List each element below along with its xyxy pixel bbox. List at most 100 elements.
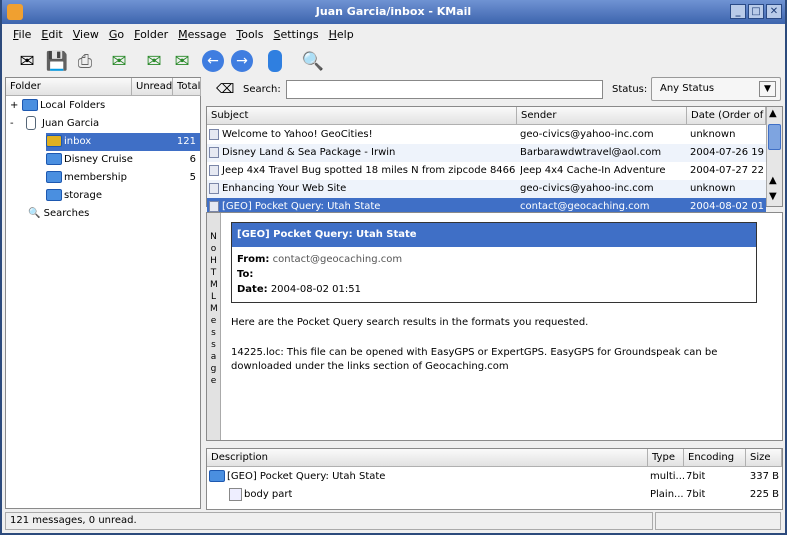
minimize-button[interactable]: _ (730, 4, 746, 19)
menu-folder[interactable]: Folder (131, 26, 175, 44)
folder-disney-cruise[interactable]: Disney Cruise 6 (46, 151, 200, 169)
expander[interactable]: - (10, 115, 22, 133)
folder-label: Disney Cruise (64, 154, 133, 165)
status-text: 121 messages, 0 unread. (10, 515, 137, 526)
status-label: Status: (612, 84, 648, 95)
reply-icon[interactable]: ✉ (141, 48, 167, 74)
message-sender: geo-civics@yahoo-inc.com (520, 183, 654, 194)
message-row[interactable]: Welcome to Yahoo! GeoCities! geo-civics@y… (207, 126, 766, 144)
clear-search-icon[interactable]: ⌫ (216, 82, 234, 97)
folder-label: storage (64, 190, 102, 201)
menu-go[interactable]: Go (106, 26, 131, 44)
description-column-header[interactable]: Description (207, 449, 648, 467)
menu-tools[interactable]: Tools (233, 26, 270, 44)
folder-total: 6 (189, 154, 196, 165)
folder-label: Local Folders (40, 100, 106, 111)
message-row[interactable]: Enhancing Your Web Site geo-civics@yahoo-… (207, 180, 766, 198)
type-column-header[interactable]: Type (648, 449, 684, 467)
kmail-logo-icon[interactable] (7, 4, 23, 20)
attachment-type: multi... (650, 471, 684, 482)
scroll-up-icon[interactable]: ▲ (769, 175, 777, 186)
message-subject: Disney Land & Sea Package - Irwin (222, 147, 396, 158)
folder-membership[interactable]: membership 5 (46, 169, 200, 187)
account-icon (26, 116, 36, 130)
status-bar-extra (655, 512, 781, 530)
folder-searches[interactable]: 🔍 Searches (28, 205, 198, 223)
menu-settings[interactable]: Settings (270, 26, 325, 44)
message-icon (209, 200, 219, 212)
from-value[interactable]: contact@geocaching.com (273, 254, 403, 265)
menu-bar: File Edit View Go Folder Message Tools S… (10, 26, 361, 44)
message-subject: Welcome to Yahoo! GeoCities! (222, 129, 373, 140)
total-column-header[interactable]: Total (173, 78, 201, 96)
from-label: From: (237, 254, 270, 265)
folder-storage[interactable]: storage (46, 187, 200, 205)
window-title: Juan Garcia/inbox - KMail (315, 5, 472, 18)
attachment-row[interactable]: body part Plain... 7bit 225 B (207, 486, 782, 504)
date-column-header[interactable]: Date (Order of A (687, 107, 766, 125)
find-icon[interactable]: 🔍 (300, 48, 326, 74)
folder-inbox[interactable]: inbox 121 (46, 133, 200, 151)
folder-label: Juan Garcia (42, 118, 100, 129)
print-icon[interactable]: ⎙ (72, 48, 98, 74)
folder-icon (209, 470, 225, 482)
maximize-button[interactable]: □ (748, 4, 764, 19)
message-subject: [GEO] Pocket Query: Utah State (232, 223, 756, 247)
search-input[interactable] (286, 80, 603, 99)
attachment-row[interactable]: [GEO] Pocket Query: Utah State multi... … (207, 468, 782, 486)
close-button[interactable]: ✕ (766, 4, 782, 19)
menu-file[interactable]: File (10, 26, 38, 44)
folder-total: 5 (189, 172, 196, 183)
expander[interactable]: + (10, 97, 22, 115)
size-column-header[interactable]: Size (746, 449, 782, 467)
folder-icon (46, 153, 62, 165)
forward-icon[interactable]: ✉ (169, 48, 195, 74)
menu-edit[interactable]: Edit (38, 26, 69, 44)
message-icon (209, 146, 219, 158)
message-date: 2004-07-26 19:... (690, 147, 765, 158)
folder-local-folders[interactable]: + Local Folders (10, 97, 200, 115)
attachment-type: Plain... (650, 489, 684, 500)
attachment-size: 337 B (749, 471, 779, 482)
folder-column-header[interactable]: Folder (6, 78, 132, 96)
message-row[interactable]: Jeep 4x4 Travel Bug spotted 18 miles N f… (207, 162, 766, 180)
attachment-tree: Description Type Encoding Size [GEO] Poc… (206, 448, 783, 510)
subject-column-header[interactable]: Subject (207, 107, 517, 125)
message-date: 2004-07-27 22... (690, 165, 765, 176)
search-label: Search: (243, 84, 281, 95)
date-value: 2004-08-02 01:51 (270, 284, 361, 295)
message-date: unknown (690, 183, 736, 194)
next-icon[interactable]: → (231, 50, 253, 72)
message-date: unknown (690, 129, 736, 140)
check-mail-icon[interactable]: ✉ (106, 48, 132, 74)
folder-label: membership (64, 172, 127, 183)
status-select[interactable]: Any Status ▼ (651, 77, 781, 101)
message-body-line: Here are the Pocket Query search results… (231, 317, 589, 328)
unread-column-header[interactable]: Unread (132, 78, 173, 96)
previous-icon[interactable]: ← (202, 50, 224, 72)
html-status-bar[interactable]: No HTML Message (207, 213, 221, 440)
folder-label: Searches (43, 208, 90, 219)
menu-help[interactable]: Help (326, 26, 361, 44)
attachment-description: body part (244, 489, 293, 500)
message-row[interactable]: Disney Land & Sea Package - Irwin Barbara… (207, 144, 766, 162)
menu-view[interactable]: View (70, 26, 106, 44)
message-list-scrollbar[interactable]: ▲ ▲ ▼ (766, 107, 782, 206)
save-icon[interactable]: 💾 (44, 48, 70, 74)
new-message-icon[interactable]: ✉ (14, 48, 40, 74)
folder-tree: Folder Unread Total + Local Folders - Juan… (5, 77, 201, 509)
scroll-down-icon[interactable]: ▼ (769, 191, 777, 202)
folder-juan-garcia[interactable]: - Juan Garcia (10, 115, 200, 133)
scrollbar-thumb[interactable] (768, 124, 781, 150)
scroll-up-icon[interactable]: ▲ (769, 108, 777, 119)
menu-message[interactable]: Message (175, 26, 233, 44)
sender-column-header[interactable]: Sender (517, 107, 687, 125)
folder-icon (46, 171, 62, 183)
message-sender: Barbarawdwtravel@aol.com (520, 147, 662, 158)
folder-total: 121 (176, 136, 196, 147)
encoding-column-header[interactable]: Encoding (684, 449, 746, 467)
trash-icon[interactable] (268, 50, 282, 72)
attachment-size: 225 B (749, 489, 779, 500)
message-list: Subject Sender Date (Order of A Welcome … (206, 106, 783, 216)
attachment-description: [GEO] Pocket Query: Utah State (227, 471, 386, 482)
